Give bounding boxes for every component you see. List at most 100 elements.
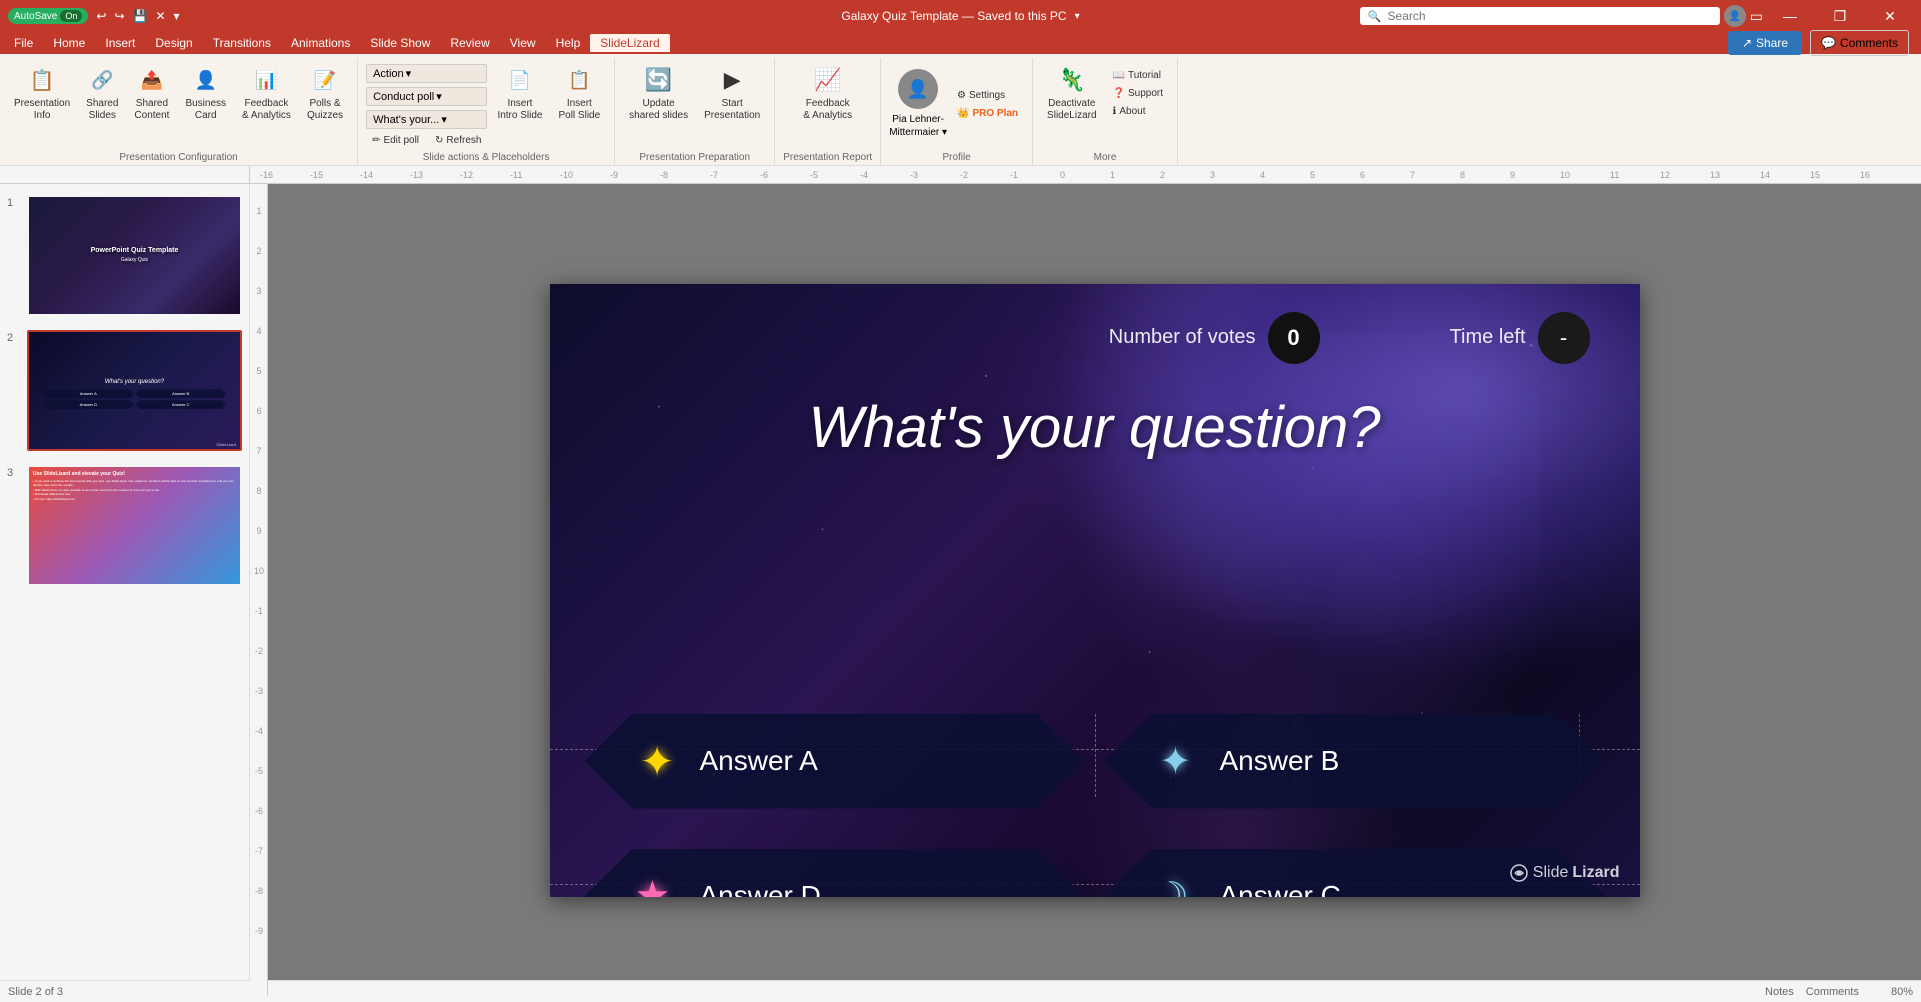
- ribbon-btn-update-shared[interactable]: 🔄 Updateshared slides: [623, 60, 694, 126]
- answer-d-container[interactable]: ★ Answer D: [585, 849, 1085, 897]
- menu-animations[interactable]: Animations: [281, 34, 360, 52]
- whats-your-dropdown[interactable]: What's your... ▾: [366, 110, 487, 129]
- slide-thumb-3[interactable]: 3 Use SlideLizard and elevate your Quiz!…: [4, 462, 245, 589]
- menu-design[interactable]: Design: [145, 34, 202, 52]
- share-button[interactable]: ↗ Share: [1728, 31, 1802, 55]
- answer-b-container[interactable]: ✦ Answer B: [1105, 714, 1605, 809]
- settings-btn[interactable]: ⚙ Settings: [951, 88, 1024, 103]
- ribbon: 📋 PresentationInfo 🔗 SharedSlides 📤 Shar…: [0, 54, 1921, 166]
- slide-img-1[interactable]: PowerPoint Quiz TemplateGalaxy Quiz Slid…: [27, 195, 242, 316]
- profile-avatar[interactable]: 👤: [898, 69, 938, 109]
- title-dropdown[interactable]: ▾: [1075, 11, 1080, 22]
- close-button[interactable]: ✕: [1867, 0, 1913, 32]
- ribbon-btn-start-pres[interactable]: ▶ StartPresentation: [698, 60, 766, 126]
- svg-text:1: 1: [1110, 170, 1115, 180]
- comments-button[interactable]: 💬 Comments: [1810, 30, 1909, 56]
- conduct-poll-dropdown[interactable]: Conduct poll ▾: [366, 87, 487, 106]
- ribbon-btn-deactivate[interactable]: 🦎 DeactivateSlideLizard: [1041, 60, 1102, 126]
- autosave-badge[interactable]: AutoSave On: [8, 8, 88, 24]
- menu-view[interactable]: View: [500, 34, 546, 52]
- ribbon-btn-feedback-report[interactable]: 📈 Feedback& Analytics: [797, 60, 858, 126]
- menu-slidelizard[interactable]: SlideLizard: [590, 34, 669, 52]
- svg-text:-1: -1: [1010, 170, 1018, 180]
- slide-panel: 1 PowerPoint Quiz TemplateGalaxy Quiz Sl…: [0, 184, 250, 996]
- refresh-btn[interactable]: ↻ Refresh: [429, 133, 487, 148]
- search-input[interactable]: [1387, 9, 1711, 23]
- slide-canvas[interactable]: Number of votes 0 Time left - What's you…: [550, 284, 1640, 897]
- slide-thumb-1[interactable]: 1 PowerPoint Quiz TemplateGalaxy Quiz Sl…: [4, 192, 245, 319]
- ribbon-btn-insert-intro[interactable]: 📄 InsertIntro Slide: [491, 60, 548, 126]
- ribbon-btn-insert-poll[interactable]: 📋 InsertPoll Slide: [552, 60, 606, 126]
- redo-icon[interactable]: ↪: [114, 9, 124, 23]
- svg-text:-14: -14: [360, 170, 373, 180]
- svg-text:15: 15: [1810, 170, 1820, 180]
- slide-img-2[interactable]: What's your question? Answer A Answer B …: [27, 330, 242, 451]
- slide-count-label: Slide 2 of 3: [8, 986, 63, 998]
- refresh-icon: ↻: [435, 135, 443, 146]
- search-box[interactable]: 🔍: [1360, 7, 1720, 25]
- watermark-lizard: Lizard: [1572, 864, 1619, 882]
- business-card-icon: 👤: [190, 64, 222, 96]
- time-label: Time left: [1450, 326, 1526, 349]
- svg-text:-4: -4: [255, 726, 263, 736]
- shared-content-icon: 📤: [136, 64, 168, 96]
- customize-icon[interactable]: ▾: [174, 9, 180, 23]
- comments-status-btn[interactable]: Comments: [1806, 986, 1859, 998]
- slide-img-3[interactable]: Use SlideLizard and elevate your Quiz! •…: [27, 465, 242, 586]
- svg-text:-2: -2: [960, 170, 968, 180]
- ribbon-group-pres-prep-items: 🔄 Updateshared slides ▶ StartPresentatio…: [623, 60, 766, 148]
- slide-3-content: • If you want to achieve the best result…: [33, 479, 236, 502]
- svg-text:12: 12: [1660, 170, 1670, 180]
- ribbon-group-slide-actions-items: Action ▾ Conduct poll ▾ What's your... ▾…: [366, 60, 606, 148]
- question-text[interactable]: What's your question?: [808, 394, 1380, 461]
- ribbon-btn-feedback-analytics[interactable]: 📊 Feedback& Analytics: [236, 60, 297, 126]
- menu-insert[interactable]: Insert: [95, 34, 145, 52]
- ribbon-group-pres-config-label: Presentation Configuration: [119, 148, 237, 163]
- ribbon-btn-business-card[interactable]: 👤 BusinessCard: [179, 60, 232, 126]
- save-icon[interactable]: 💾: [133, 9, 148, 23]
- restore-button[interactable]: ❐: [1817, 0, 1863, 32]
- minimize-button[interactable]: —: [1767, 0, 1813, 32]
- ruler-left-svg: 1 2 3 4 5 6 7 8 9 10 -1 -2 -3 -4 -5 -6 -…: [250, 184, 268, 996]
- watermark: SlideLizard: [1509, 863, 1620, 883]
- ribbon-btn-shared-content[interactable]: 📤 SharedContent: [128, 60, 175, 126]
- ribbon-group-more: 🦎 DeactivateSlideLizard 📖 Tutorial ❓ Sup…: [1033, 58, 1178, 165]
- svg-text:-6: -6: [760, 170, 768, 180]
- answer-c-icon: ☽: [1155, 874, 1189, 897]
- undo-icon[interactable]: ↩: [96, 9, 106, 23]
- ribbon-btn-polls-quizzes[interactable]: 📝 Polls &Quizzes: [301, 60, 349, 126]
- user-avatar[interactable]: 👤: [1724, 5, 1746, 27]
- menu-home[interactable]: Home: [43, 34, 95, 52]
- support-btn[interactable]: ❓ Support: [1107, 86, 1169, 101]
- about-icon: ℹ: [1113, 106, 1117, 117]
- svg-text:-10: -10: [560, 170, 573, 180]
- about-btn[interactable]: ℹ About: [1107, 104, 1169, 119]
- svg-text:-5: -5: [255, 766, 263, 776]
- votes-value: 0: [1287, 325, 1299, 351]
- quick-access-icon[interactable]: ✕: [155, 9, 165, 23]
- slide-thumb-2[interactable]: 2 What's your question? Answer A Answer …: [4, 327, 245, 454]
- svg-text:1: 1: [256, 206, 261, 216]
- answer-a-container[interactable]: ✦ Answer A: [585, 714, 1085, 809]
- svg-text:-3: -3: [910, 170, 918, 180]
- edit-poll-btn[interactable]: ✏ Edit poll: [366, 133, 425, 148]
- notes-btn[interactable]: Notes: [1765, 986, 1794, 998]
- svg-text:-8: -8: [660, 170, 668, 180]
- menu-review[interactable]: Review: [440, 34, 499, 52]
- ribbon-toggle-icon[interactable]: ▭: [1750, 8, 1763, 25]
- tutorial-btn[interactable]: 📖 Tutorial: [1107, 68, 1169, 83]
- canvas-area: 1 2 3 4 5 6 7 8 9 10 -1 -2 -3 -4 -5 -6 -…: [250, 184, 1921, 996]
- menu-transitions[interactable]: Transitions: [203, 34, 281, 52]
- action-dropdown[interactable]: Action ▾: [366, 64, 487, 83]
- slide-1-title: PowerPoint Quiz TemplateGalaxy Quiz: [91, 246, 179, 266]
- ribbon-btn-pres-info[interactable]: 📋 PresentationInfo: [8, 60, 76, 126]
- menu-help[interactable]: Help: [546, 34, 591, 52]
- svg-text:-11: -11: [510, 170, 522, 180]
- dropdown-arrow-icon2: ▾: [436, 90, 442, 103]
- pro-plan-btn[interactable]: 👑 PRO Plan: [951, 106, 1024, 121]
- ribbon-group-profile: 👤 Pia Lehner-Mittermaier ▾ ⚙ Settings 👑 …: [881, 58, 1033, 165]
- ribbon-btn-shared-slides[interactable]: 🔗 SharedSlides: [80, 60, 124, 126]
- menu-slideshow[interactable]: Slide Show: [360, 34, 440, 52]
- menu-file[interactable]: File: [4, 34, 43, 52]
- title-area: Galaxy Quiz Template — Saved to this PC …: [841, 9, 1079, 23]
